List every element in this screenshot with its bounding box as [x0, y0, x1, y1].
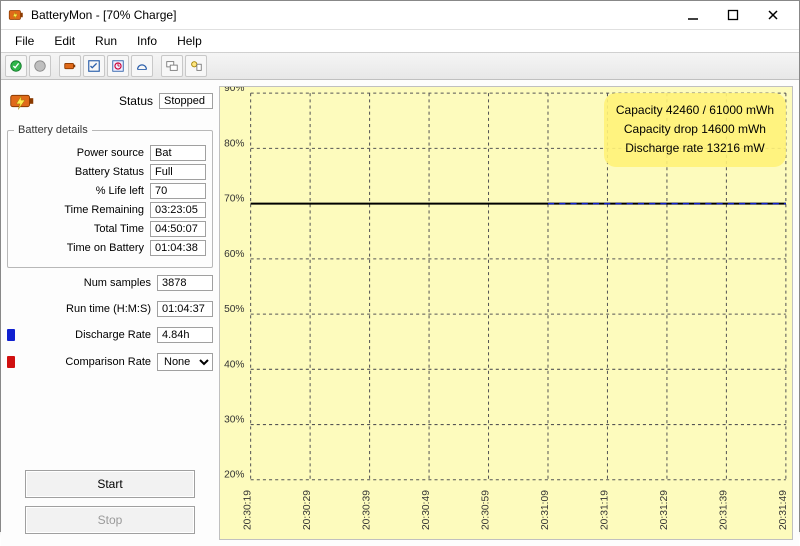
- svg-text:50%: 50%: [224, 304, 244, 315]
- stop-icon[interactable]: [29, 55, 51, 77]
- help-icon[interactable]: [185, 55, 207, 77]
- svg-text:30%: 30%: [224, 414, 244, 425]
- time-remaining-value: 03:23:05: [150, 202, 206, 218]
- time-remaining-label: Time Remaining: [14, 204, 144, 216]
- discharge-value: 13216 mW: [707, 141, 765, 155]
- start-button[interactable]: Start: [25, 470, 195, 498]
- total-time-label: Total Time: [14, 223, 144, 235]
- toolbar: [1, 52, 799, 80]
- left-pane: Status Stopped Battery details Power sou…: [7, 86, 213, 540]
- battery-info-icon[interactable]: [59, 55, 81, 77]
- battery-status-label: Battery Status: [14, 166, 144, 178]
- titlebar: BatteryMon - [70% Charge]: [1, 1, 799, 30]
- svg-text:20%: 20%: [224, 470, 244, 481]
- client-area: Status Stopped Battery details Power sou…: [1, 80, 799, 546]
- battery-icon: [7, 86, 37, 116]
- life-left-label: % Life left: [14, 185, 144, 197]
- svg-text:20:31:29: 20:31:29: [659, 490, 670, 530]
- power-source-label: Power source: [14, 147, 144, 159]
- num-samples-value: 3878: [157, 275, 213, 291]
- svg-text:80%: 80%: [224, 138, 244, 149]
- life-left-value: 70: [150, 183, 206, 199]
- menu-info[interactable]: Info: [127, 32, 167, 50]
- svg-text:20:31:39: 20:31:39: [718, 490, 729, 530]
- menu-file[interactable]: File: [5, 32, 44, 50]
- comparison-rate-select[interactable]: None: [157, 353, 213, 371]
- summary-icon[interactable]: [107, 55, 129, 77]
- capacity-value: 42460 / 61000 mWh: [666, 103, 774, 117]
- start-icon[interactable]: [5, 55, 27, 77]
- discharge-label: Discharge rate: [625, 141, 703, 155]
- time-on-battery-label: Time on Battery: [14, 242, 144, 254]
- svg-text:20:30:49: 20:30:49: [421, 490, 432, 530]
- miniwindow-icon[interactable]: [161, 55, 183, 77]
- menu-run[interactable]: Run: [85, 32, 127, 50]
- discharge-swatch-icon: [7, 329, 15, 341]
- status-value: Stopped: [159, 93, 213, 109]
- svg-text:70%: 70%: [224, 194, 244, 205]
- config-icon[interactable]: [83, 55, 105, 77]
- svg-text:20:31:09: 20:31:09: [540, 490, 551, 530]
- menu-help[interactable]: Help: [167, 32, 212, 50]
- capacity-label: Capacity: [616, 103, 663, 117]
- total-time-value: 04:50:07: [150, 221, 206, 237]
- comparison-rate-label: Comparison Rate: [21, 356, 151, 368]
- window-title: BatteryMon - [70% Charge]: [31, 8, 176, 22]
- chart: 20% 30% 40% 50% 60% 70% 80% 90% 20:30:19 20:30:2…: [219, 86, 793, 540]
- svg-text:20:30:39: 20:30:39: [362, 490, 373, 530]
- battery-details-legend: Battery details: [14, 124, 92, 136]
- svg-text:60%: 60%: [224, 249, 244, 260]
- svg-text:20:30:19: 20:30:19: [243, 490, 254, 530]
- maximize-button[interactable]: [713, 1, 753, 29]
- svg-text:90%: 90%: [224, 87, 244, 94]
- menubar: File Edit Run Info Help: [1, 30, 799, 52]
- close-button[interactable]: [753, 1, 793, 29]
- discharge-rate-value: 4.84h: [157, 327, 213, 343]
- capacity-drop-value: 14600 mWh: [701, 122, 766, 136]
- num-samples-label: Num samples: [7, 277, 151, 289]
- power-source-value: Bat: [150, 145, 206, 161]
- battery-details-group: Battery details Power source Bat Battery …: [7, 124, 213, 268]
- svg-text:20:31:49: 20:31:49: [778, 490, 789, 530]
- menu-edit[interactable]: Edit: [44, 32, 85, 50]
- svg-text:20:31:19: 20:31:19: [599, 490, 610, 530]
- svg-text:40%: 40%: [224, 359, 244, 370]
- run-time-value: 01:04:37: [157, 301, 213, 317]
- capacity-drop-label: Capacity drop: [624, 122, 698, 136]
- minimize-button[interactable]: [673, 1, 713, 29]
- chart-overlay: Capacity 42460 / 61000 mWh Capacity drop…: [604, 93, 786, 167]
- svg-text:20:30:29: 20:30:29: [302, 490, 313, 530]
- run-time-label: Run time (H:M:S): [7, 303, 151, 315]
- time-on-battery-value: 01:04:38: [150, 240, 206, 256]
- datalog-icon[interactable]: [131, 55, 153, 77]
- app-icon: [7, 6, 25, 24]
- svg-text:20:30:59: 20:30:59: [481, 490, 492, 530]
- stop-button: Stop: [25, 506, 195, 534]
- discharge-rate-label: Discharge Rate: [21, 329, 151, 341]
- battery-status-value: Full: [150, 164, 206, 180]
- app-window: BatteryMon - [70% Charge] File Edit Run …: [0, 0, 800, 532]
- status-label: Status: [43, 94, 153, 108]
- comparison-swatch-icon: [7, 356, 15, 368]
